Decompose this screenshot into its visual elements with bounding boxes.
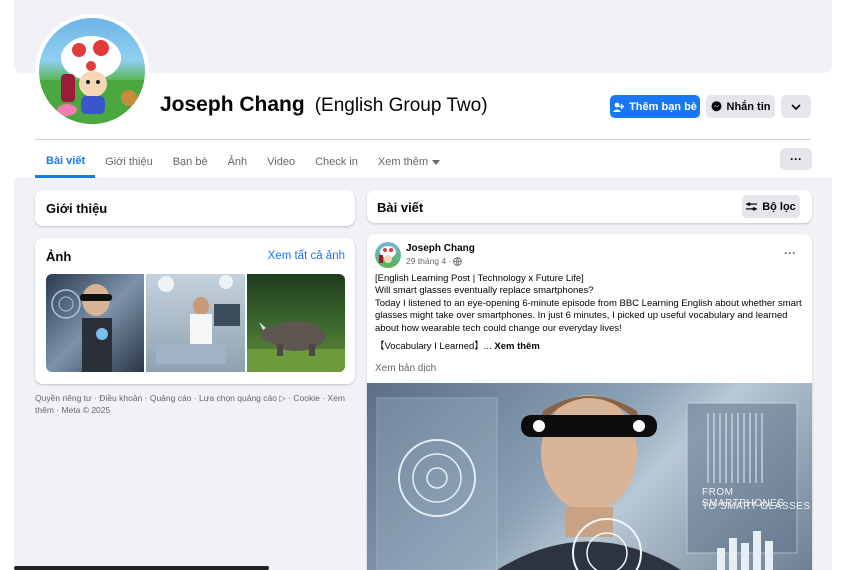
photo-thumb-3[interactable] <box>247 274 345 372</box>
header-divider <box>35 139 811 140</box>
screen-bottom-bar <box>14 566 269 570</box>
posts-title: Bài viết <box>377 200 424 215</box>
filter-button[interactable]: Bộ lọc <box>742 195 800 218</box>
filter-icon <box>746 202 758 211</box>
post-line-3: Today I listened to an eye-opening 6-min… <box>375 297 802 334</box>
filter-label: Bộ lọc <box>762 200 796 213</box>
add-friend-label: Thêm bạn bè <box>629 100 697 113</box>
tab-about[interactable]: Giới thiệu <box>95 146 163 178</box>
tab-checkins[interactable]: Check in <box>305 146 368 178</box>
tab-friends[interactable]: Bạn bè <box>163 146 218 178</box>
messenger-icon <box>711 101 721 112</box>
post-options-button[interactable]: ··· <box>784 246 796 260</box>
see-all-photos-link[interactable]: Xem tất cả ảnh <box>268 250 345 262</box>
post-vocab-line: 【Vocabulary I Learned】... <box>375 341 492 353</box>
caret-down-icon <box>432 159 441 165</box>
message-button[interactable]: Nhắn tin <box>706 95 775 118</box>
tab-posts[interactable]: Bài viết <box>35 146 96 178</box>
toad-avatar-icon <box>39 36 145 124</box>
see-translation-link[interactable]: Xem bản dịch <box>375 363 436 374</box>
post-image[interactable]: FROM SMARTPHONES TO SMART GLASSES <box>367 383 812 570</box>
tabs-more-button[interactable]: ··· <box>780 148 812 170</box>
see-more-link[interactable]: Xem thêm <box>494 341 539 352</box>
footer-links[interactable]: Quyền riêng tư · Điều khoản · Quảng cáo … <box>35 392 355 416</box>
intro-card: Giới thiệu <box>35 190 355 226</box>
photo-thumb-1[interactable] <box>46 274 144 372</box>
intro-title: Giới thiệu <box>46 201 108 216</box>
smart-glasses-illustration <box>376 395 798 570</box>
add-friend-icon <box>613 102 625 112</box>
profile-alt-name: (English Group Two) <box>314 95 488 116</box>
more-actions-button[interactable] <box>781 95 811 118</box>
post-text: [English Learning Post | Technology x Fu… <box>375 273 805 353</box>
message-label: Nhắn tin <box>726 100 771 113</box>
photos-card: Ảnh Xem tất cả ảnh <box>35 238 355 384</box>
post-date-text: 29 tháng 4 · <box>406 256 452 266</box>
tab-photos[interactable]: Ảnh <box>218 146 258 178</box>
profile-name: Joseph Chang <box>160 93 305 116</box>
post-author-avatar[interactable] <box>375 242 401 268</box>
profile-avatar[interactable] <box>35 14 149 128</box>
post-line-1: [English Learning Post | Technology x Fu… <box>375 273 584 284</box>
tab-more[interactable]: Xem thêm <box>368 146 450 178</box>
image-caption-2: TO SMART GLASSES <box>702 501 811 512</box>
chevron-down-icon <box>791 103 801 110</box>
tab-videos[interactable]: Video <box>257 146 305 178</box>
globe-icon <box>453 256 463 266</box>
post-date[interactable]: 29 tháng 4 · <box>406 256 463 266</box>
toad-small-icon <box>379 246 396 263</box>
photo-thumb-2[interactable] <box>146 274 245 372</box>
add-friend-button[interactable]: Thêm bạn bè <box>610 95 700 118</box>
photos-title: Ảnh <box>46 249 72 264</box>
post-line-2: Will smart glasses eventually replace sm… <box>375 285 594 297</box>
post-author-name[interactable]: Joseph Chang <box>406 243 475 254</box>
profile-tabs: Bài viết Giới thiệu Bạn bè Ảnh Video Che… <box>35 146 450 178</box>
posts-header-card: Bài viết Bộ lọc <box>367 190 812 223</box>
